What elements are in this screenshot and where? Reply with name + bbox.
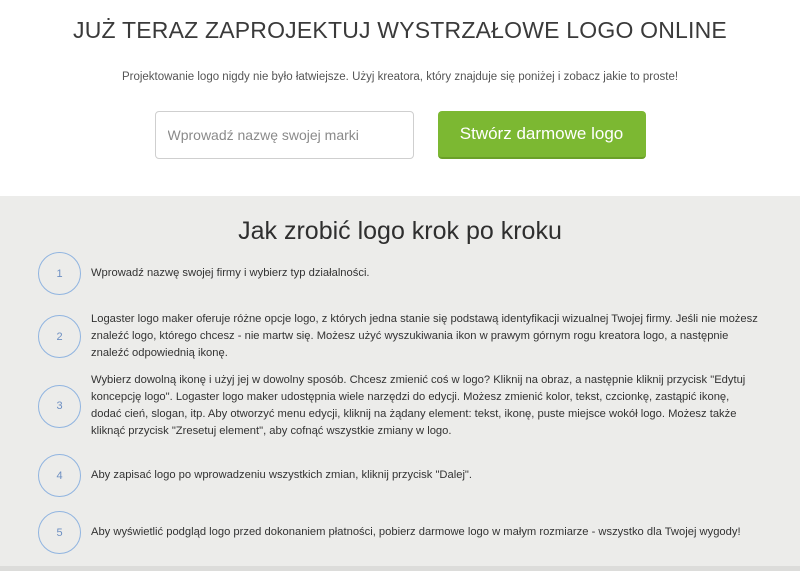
- step-text: Wprowadź nazwę swojej firmy i wybierz ty…: [91, 267, 370, 279]
- brand-name-input[interactable]: [154, 111, 414, 159]
- step-number-circle: 1: [38, 252, 81, 295]
- step-text: Wybierz dowolną ikonę i użyj jej w dowol…: [91, 374, 746, 437]
- step-item: 4 Aby zapisać logo po wprowadzeniu wszys…: [38, 454, 758, 497]
- step-item: 1 Wprowadź nazwę swojej firmy i wybierz …: [38, 252, 758, 295]
- step-number-circle: 3: [38, 384, 81, 428]
- bottom-divider: [0, 566, 800, 571]
- step-text: Aby wyświetlić podgląd logo przed dokona…: [91, 526, 741, 538]
- page-title: JUŻ TERAZ ZAPROJEKTUJ WYSTRZAŁOWE LOGO O…: [73, 17, 727, 43]
- step-item: 2 Logaster logo maker oferuje różne opcj…: [38, 311, 758, 362]
- create-logo-button[interactable]: Stwórz darmowe logo: [437, 111, 646, 159]
- steps-title: Jak zrobić logo krok po kroku: [238, 217, 562, 245]
- hero-section: JUŻ TERAZ ZAPROJEKTUJ WYSTRZAŁOWE LOGO O…: [0, 0, 800, 196]
- step-number-circle: 5: [38, 511, 81, 554]
- step-number-circle: 2: [38, 315, 81, 358]
- step-text: Logaster logo maker oferuje różne opcje …: [91, 313, 758, 359]
- step-item: 3 Wybierz dowolną ikonę i użyj jej w dow…: [38, 372, 758, 440]
- logo-form: Stwórz darmowe logo: [0, 111, 800, 159]
- step-item: 5 Aby wyświetlić podgląd logo przed doko…: [38, 511, 758, 554]
- step-number-circle: 4: [38, 454, 81, 497]
- hero-subtitle: Projektowanie logo nigdy nie było łatwie…: [121, 71, 679, 83]
- step-text: Aby zapisać logo po wprowadzeniu wszystk…: [91, 469, 473, 481]
